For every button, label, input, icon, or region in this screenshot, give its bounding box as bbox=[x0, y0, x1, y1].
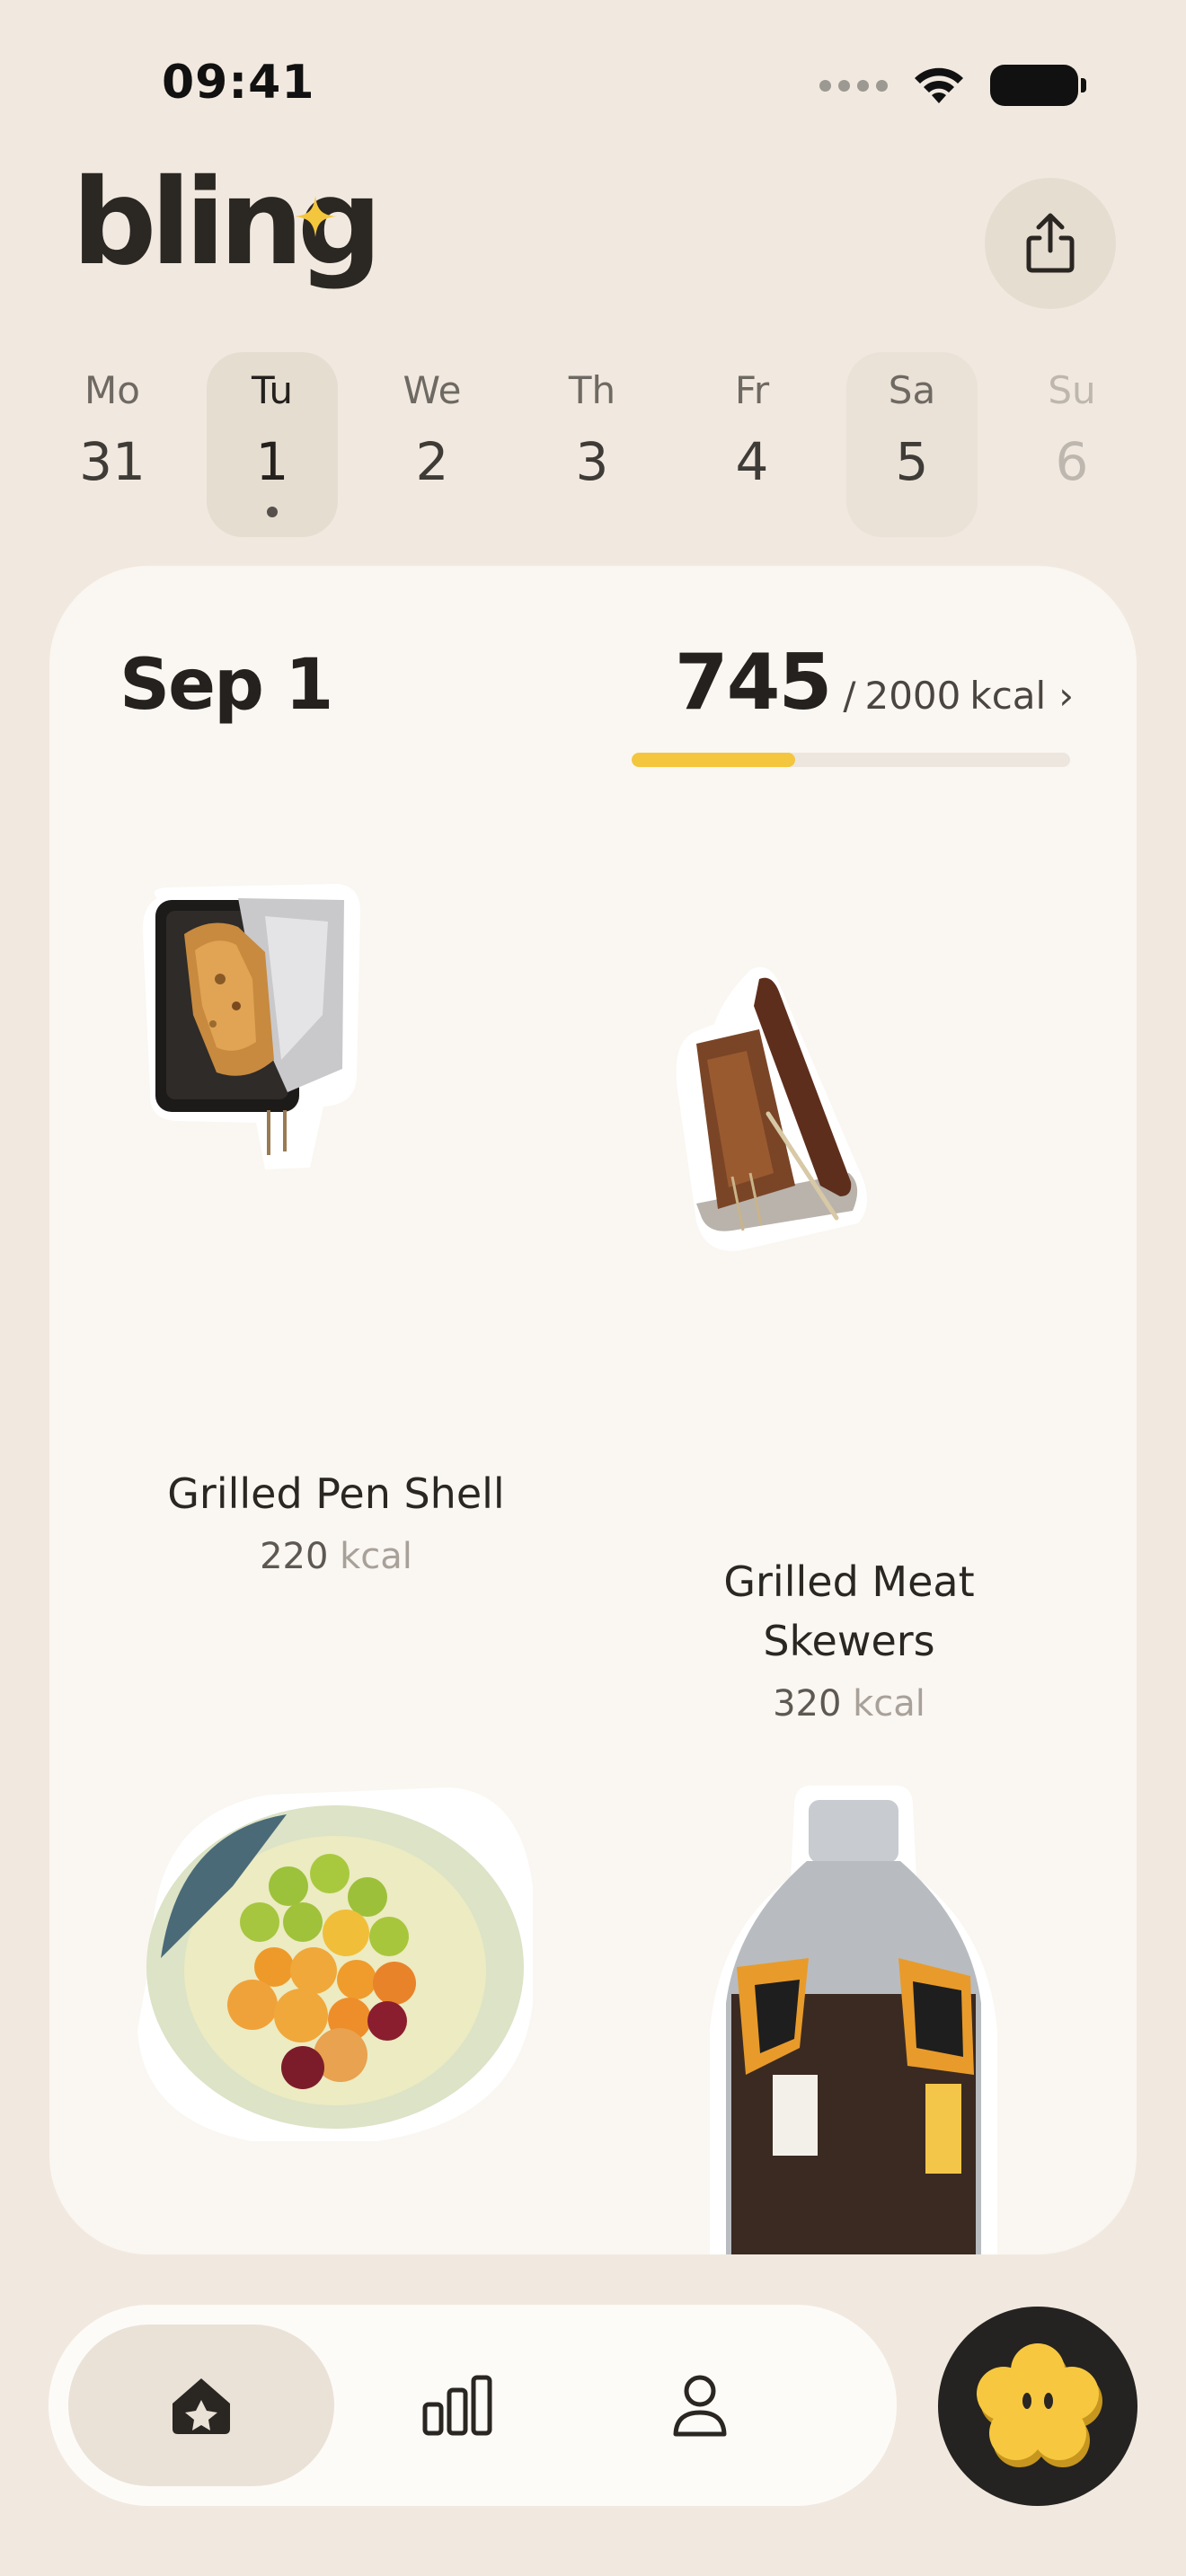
grilled-meat-skewers-photo bbox=[676, 966, 867, 1251]
profile-icon bbox=[673, 2375, 727, 2437]
calorie-separator: / bbox=[843, 674, 856, 718]
share-icon bbox=[1026, 213, 1075, 273]
day-number: 1 bbox=[255, 431, 289, 492]
day-wednesday[interactable]: We 2 bbox=[367, 352, 498, 537]
bar-chart-icon bbox=[422, 2375, 492, 2436]
food-kcal-value: 320 bbox=[773, 1683, 842, 1725]
calorie-progress-bar bbox=[632, 753, 1070, 767]
calories-consumed: 745 bbox=[674, 638, 833, 728]
day-name: We bbox=[403, 368, 462, 412]
day-thursday[interactable]: Th 3 bbox=[527, 352, 658, 537]
food-kcal: 220 kcal bbox=[129, 1536, 543, 1577]
share-button[interactable] bbox=[985, 178, 1116, 309]
day-name: Tu bbox=[252, 368, 293, 412]
nav-home[interactable] bbox=[68, 2325, 334, 2486]
fruit-bowl-photo bbox=[137, 1787, 533, 2141]
day-tuesday[interactable]: Tu 1 bbox=[207, 352, 338, 537]
day-saturday[interactable]: Sa 5 bbox=[846, 352, 978, 537]
signal-icon bbox=[819, 79, 888, 92]
grilled-pen-shell-photo bbox=[142, 884, 361, 1169]
day-name: Mo bbox=[84, 368, 140, 412]
nav-profile[interactable] bbox=[588, 2325, 812, 2486]
food-kcal-value: 220 bbox=[260, 1536, 329, 1577]
day-number: 6 bbox=[1055, 431, 1089, 492]
food-name: Grilled Pen Shell bbox=[167, 1469, 505, 1518]
day-number: 31 bbox=[79, 431, 146, 492]
day-sunday[interactable]: Su 6 bbox=[1006, 352, 1137, 537]
day-number: 2 bbox=[415, 431, 449, 492]
status-time: 09:41 bbox=[162, 56, 315, 110]
day-friday[interactable]: Fr 4 bbox=[686, 352, 818, 537]
battery-icon bbox=[990, 65, 1086, 106]
add-food-button[interactable] bbox=[938, 2307, 1137, 2506]
day-monday[interactable]: Mo 31 bbox=[47, 352, 178, 537]
daily-log-card: Sep 1 745 / 2000 kcal › Grilled Pen Shel… bbox=[49, 566, 1137, 2254]
bottom-navigation bbox=[49, 2305, 897, 2506]
logged-indicator-dot bbox=[267, 507, 278, 517]
day-name: Su bbox=[1048, 368, 1096, 412]
nav-stats[interactable] bbox=[354, 2325, 561, 2486]
food-kcal-unit: kcal bbox=[853, 1683, 925, 1725]
iced-tea-bottle-photo bbox=[710, 1786, 997, 2254]
chevron-right-icon: › bbox=[1058, 674, 1074, 718]
food-kcal: 320 kcal bbox=[642, 1683, 1056, 1725]
day-number: 3 bbox=[575, 431, 609, 492]
calorie-progress-fill bbox=[632, 753, 795, 767]
flower-mascot-icon bbox=[977, 2343, 1102, 2467]
day-name: Fr bbox=[734, 368, 770, 412]
calorie-goal: 2000 bbox=[864, 674, 961, 718]
calorie-summary[interactable]: 745 / 2000 kcal › bbox=[675, 638, 1074, 728]
selected-date: Sep 1 bbox=[119, 645, 333, 726]
day-number: 5 bbox=[895, 431, 929, 492]
home-icon bbox=[173, 2378, 230, 2434]
week-strip: Mo 31 Tu 1 We 2 Th 3 Fr 4 Sa 5 Su 6 bbox=[47, 352, 1139, 537]
day-name: Th bbox=[568, 368, 616, 412]
day-name: Sa bbox=[888, 368, 936, 412]
day-number: 4 bbox=[735, 431, 769, 492]
status-icons bbox=[819, 65, 1086, 106]
wifi-icon bbox=[915, 67, 963, 103]
sparkle-icon bbox=[295, 196, 336, 237]
food-name: Grilled Meat Skewers bbox=[723, 1557, 975, 1665]
calorie-unit: kcal bbox=[969, 674, 1047, 718]
food-kcal-unit: kcal bbox=[340, 1536, 412, 1577]
